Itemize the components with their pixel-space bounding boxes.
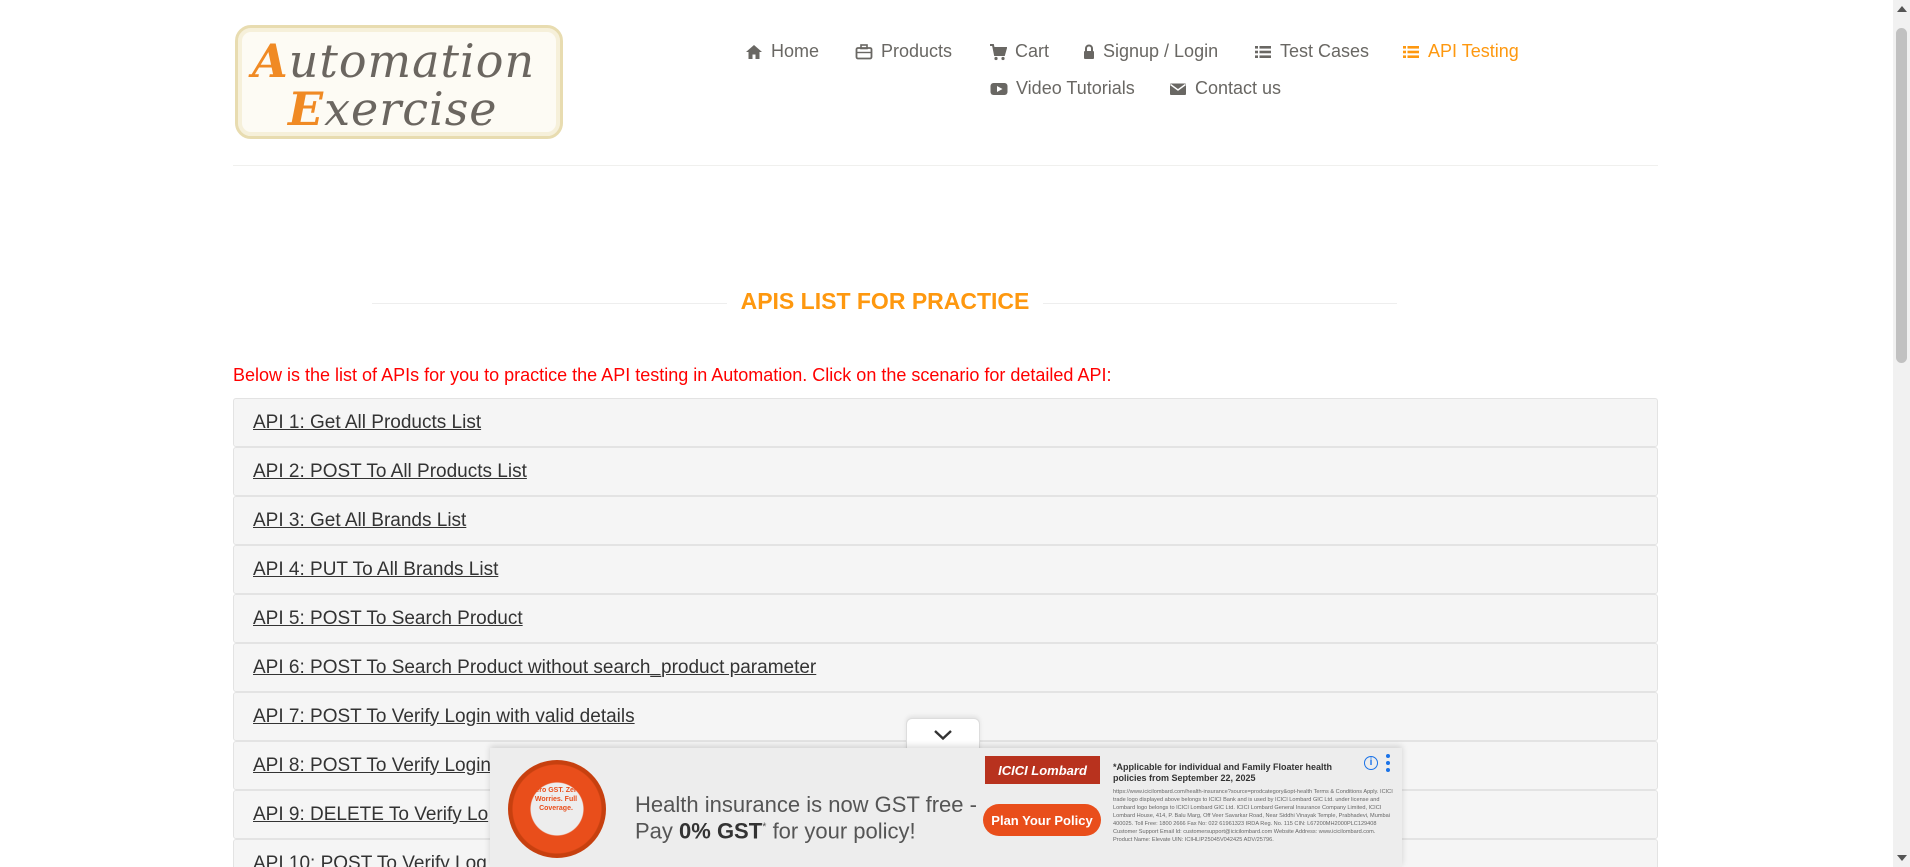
nav-signup-login[interactable]: Signup / Login [1083, 41, 1218, 62]
nav-contact-us[interactable]: Contact us [1169, 78, 1281, 99]
cart-icon [989, 43, 1008, 61]
api-link[interactable]: API 9: DELETE To Verify Lo [253, 804, 488, 826]
api-link[interactable]: API 5: POST To Search Product [253, 608, 523, 630]
ad-headline: Health insurance is now GST free - Pay 0… [635, 792, 977, 844]
briefcase-icon [855, 43, 873, 61]
icici-lombard-logo: ICICI Lombard [985, 756, 1100, 784]
nav-api-testing-label: API Testing [1428, 41, 1519, 61]
scroll-thumb[interactable] [1896, 28, 1907, 363]
nav-test-cases[interactable]: Test Cases [1254, 41, 1369, 62]
lock-icon [1083, 43, 1095, 61]
nav-video-tutorials[interactable]: Video Tutorials [990, 78, 1135, 99]
page-title: APIS LIST FOR PRACTICE [0, 288, 1770, 315]
api-link[interactable]: API 10: POST To Verify Log [253, 853, 487, 867]
nav-products-label: Products [881, 41, 953, 61]
ad-banner[interactable]: Zero GST. Zero Worries. Full Coverage. H… [490, 748, 1402, 867]
nav-home-label: Home [771, 41, 820, 61]
chevron-down-icon [933, 728, 953, 746]
list-item: API 4: PUT To All Brands List [233, 545, 1658, 594]
logo-line1: Automation [252, 34, 536, 88]
logo-line2: Exercise [288, 82, 498, 136]
api-link[interactable]: API 3: Get All Brands List [253, 510, 466, 532]
page-scrollbar[interactable] [1893, 0, 1910, 867]
ad-buoy-text: Zero GST. Zero Worries. Full Coverage. [531, 787, 581, 812]
scroll-down-icon[interactable] [1897, 855, 1907, 861]
ad-legal-text: https://www.icicilombard.com/health-insu… [1113, 789, 1393, 843]
home-icon [745, 43, 763, 61]
intro-text: Below is the list of APIs for you to pra… [233, 365, 1112, 385]
scroll-up-icon[interactable] [1897, 6, 1907, 12]
api-link[interactable]: API 7: POST To Verify Login with valid d… [253, 706, 635, 728]
nav-test-cases-label: Test Cases [1280, 41, 1370, 61]
automation-exercise-logo[interactable]: Automation Exercise [235, 25, 563, 139]
list-item: API 1: Get All Products List [233, 398, 1658, 447]
api-link[interactable]: API 4: PUT To All Brands List [253, 559, 498, 581]
list-item: API 2: POST To All Products List [233, 447, 1658, 496]
api-link[interactable]: API 1: Get All Products List [253, 412, 481, 434]
ad-info-icon[interactable]: i [1364, 756, 1378, 770]
list-icon [1402, 43, 1420, 61]
ad-legal-heading: *Applicable for individual and Family Fl… [1113, 762, 1333, 783]
list-item: API 6: POST To Search Product without se… [233, 643, 1658, 692]
api-link[interactable]: API 2: POST To All Products List [253, 461, 527, 483]
nav-contact-us-label: Contact us [1195, 78, 1282, 98]
youtube-icon [990, 80, 1008, 98]
plan-your-policy-button[interactable]: Plan Your Policy [983, 804, 1101, 836]
api-link[interactable]: API 8: POST To Verify Login [253, 755, 491, 777]
nav-video-tutorials-label: Video Tutorials [1016, 78, 1135, 98]
list-icon [1254, 43, 1272, 61]
nav-products[interactable]: Products [855, 41, 952, 62]
nav-cart[interactable]: Cart [989, 41, 1049, 62]
ad-menu-icon[interactable] [1385, 754, 1391, 772]
nav-home[interactable]: Home [745, 41, 819, 62]
nav-cart-label: Cart [1015, 41, 1050, 61]
api-link[interactable]: API 6: POST To Search Product without se… [253, 657, 816, 679]
list-item: API 5: POST To Search Product [233, 594, 1658, 643]
list-item: API 3: Get All Brands List [233, 496, 1658, 545]
site-header: Automation Exercise [233, 0, 1658, 166]
nav-signup-login-label: Signup / Login [1103, 41, 1219, 61]
nav-api-testing[interactable]: API Testing [1402, 41, 1519, 62]
envelope-icon [1169, 80, 1187, 98]
